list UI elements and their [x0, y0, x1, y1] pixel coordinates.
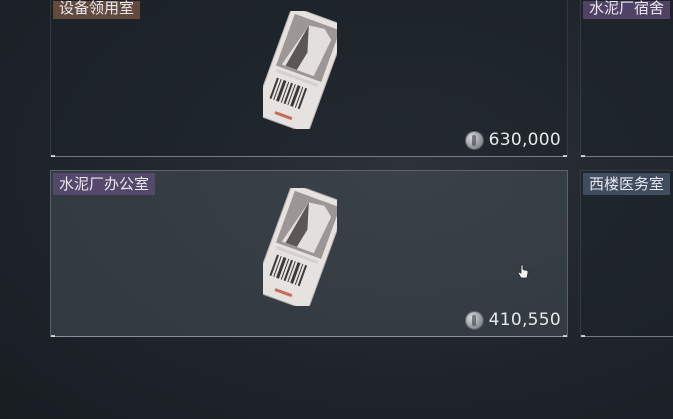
item-name-label: 水泥厂宿舍 [583, 1, 671, 19]
item-price: 630,000 [464, 128, 561, 152]
item-name-label: 水泥厂办公室 [53, 173, 156, 195]
keycard-icon [263, 188, 337, 306]
item-card-cement-dorm[interactable]: 水泥厂宿舍 [580, 0, 673, 157]
silver-coin-icon [464, 130, 484, 150]
item-card-cement-office[interactable]: 水泥厂办公室 410,550 [50, 170, 568, 337]
item-card-equipment-room[interactable]: 设备领用室 630,000 [50, 0, 568, 157]
price-value: 410,550 [488, 310, 561, 330]
keycard-icon [263, 11, 337, 129]
item-name-label: 西楼医务室 [583, 173, 671, 195]
price-value: 630,000 [488, 130, 561, 150]
item-card-west-clinic[interactable]: 西楼医务室 [580, 170, 673, 337]
silver-coin-icon [464, 310, 484, 330]
item-price: 410,550 [464, 308, 561, 332]
card-divider [51, 335, 567, 337]
card-divider [581, 335, 673, 337]
card-divider [51, 155, 567, 157]
item-name-label: 设备领用室 [53, 1, 141, 19]
card-divider [581, 155, 673, 157]
hand-cursor-icon [517, 264, 529, 279]
